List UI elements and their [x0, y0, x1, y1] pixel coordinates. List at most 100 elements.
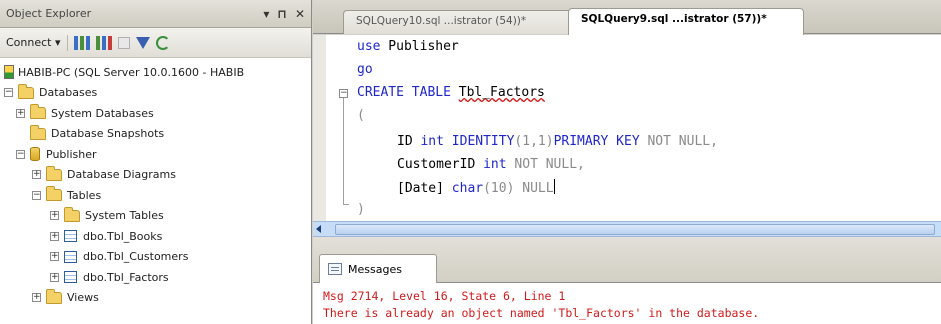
tree-node-label: dbo.Tbl_Books [83, 229, 163, 243]
results-tab-strip: Messages [313, 237, 941, 283]
error-message-line-1: Msg 2714, Level 16, State 6, Line 1 [323, 289, 566, 303]
tree-node-label: System Tables [85, 209, 164, 223]
tree-node[interactable]: + dbo.Tbl_Factors [4, 267, 311, 288]
code-line-2: go [357, 61, 373, 79]
tree-node[interactable]: + Views [4, 288, 311, 309]
constraint: NULL [522, 181, 554, 196]
keyword: use [357, 39, 381, 54]
connect-object-icon[interactable] [73, 35, 90, 50]
data-type: int [420, 134, 444, 149]
tree-node[interactable]: − Publisher [4, 144, 311, 165]
tree-node-label: Views [67, 291, 99, 305]
filter-icon[interactable] [135, 36, 150, 49]
table-icon [64, 230, 77, 243]
results-pane: Messages Msg 2714, Level 16, State 6, Li… [313, 237, 941, 324]
tree-node[interactable]: + dbo.Tbl_Customers [4, 247, 311, 268]
pin-icon[interactable]: ⊓ [277, 7, 287, 21]
tree-node-label: System Databases [51, 106, 154, 120]
query-editor[interactable]: − use Publisher go CREATE TABLE Tbl_Fact… [313, 35, 941, 221]
scroll-left-icon[interactable] [316, 225, 321, 233]
arguments: (1,1) [514, 134, 554, 149]
server-icon [4, 65, 14, 80]
dropdown-icon[interactable]: ▾ [263, 7, 269, 21]
folder-icon [18, 83, 34, 99]
table-name: Tbl_Factors [458, 85, 545, 100]
expand-icon[interactable]: + [50, 272, 59, 282]
messages-icon [328, 263, 342, 275]
object-explorer-title: Object Explorer [6, 7, 92, 20]
folder-icon [64, 206, 80, 222]
connect-button[interactable]: Connect ▾ [6, 36, 61, 49]
close-icon[interactable]: ✕ [295, 7, 305, 21]
outline-line [343, 95, 344, 205]
folder-icon [46, 186, 62, 202]
object-explorer-panel: Object Explorer ▾ ⊓ ✕ Connect ▾ HABIB-PC… [0, 0, 312, 324]
object-explorer-toolbar: Connect ▾ [0, 28, 311, 58]
code-line-3: CREATE TABLE Tbl_Factors [357, 84, 545, 102]
expand-icon[interactable]: + [32, 293, 41, 303]
toolbar-separator [66, 34, 68, 51]
outline-end [343, 204, 349, 205]
column-name: ID [397, 134, 413, 149]
scrollbar-thumb[interactable] [335, 224, 935, 235]
folder-icon [46, 288, 62, 304]
tab-sqlquery10[interactable]: SQLQuery10.sql ...istrator (54))* [343, 10, 575, 34]
collapse-icon[interactable]: − [339, 89, 348, 98]
tree-node-label: dbo.Tbl_Factors [83, 270, 169, 284]
tab-sqlquery9[interactable]: SQLQuery9.sql ...istrator (57))* [568, 8, 804, 35]
tree-node[interactable]: − Databases [4, 83, 311, 104]
data-type: int [483, 157, 507, 172]
object-tree: HABIB-PC (SQL Server 10.0.1600 - HABIB − D… [0, 58, 311, 308]
tree-node[interactable]: − Tables [4, 185, 311, 206]
collapse-icon[interactable]: − [32, 190, 41, 200]
tree-node[interactable]: + System Tables [4, 206, 311, 227]
data-type: char [451, 181, 484, 196]
keyword: CREATE TABLE [357, 85, 451, 100]
expand-icon[interactable]: + [32, 170, 41, 180]
folder-icon [46, 165, 62, 181]
tab-messages[interactable]: Messages [319, 254, 437, 283]
keyword: PRIMARY KEY [553, 134, 640, 149]
tree-node-label: HABIB-PC (SQL Server 10.0.1600 - HABIB [18, 65, 245, 79]
collapse-icon[interactable]: − [4, 88, 13, 98]
tree-node-label: Tables [67, 188, 102, 202]
column-name: CustomerID [397, 157, 476, 172]
code-line-7: [Date] char(10) NULL [397, 179, 555, 198]
column-name: [Date] [397, 181, 444, 196]
editor-gutter [313, 35, 326, 221]
collapse-icon[interactable]: − [16, 149, 25, 159]
comma: , [577, 157, 585, 172]
identifier: Publisher [380, 39, 459, 54]
outline-margin: − [337, 35, 349, 221]
keyword: IDENTITY [451, 134, 515, 149]
code-line-1: use Publisher [357, 38, 459, 56]
stop-icon[interactable] [117, 37, 130, 49]
arguments: (10) [483, 181, 515, 196]
expand-icon[interactable]: + [50, 211, 59, 221]
expand-icon[interactable]: + [16, 108, 25, 118]
table-icon [64, 250, 77, 263]
tree-node-label: Databases [39, 86, 98, 100]
tree-node[interactable]: + dbo.Tbl_Books [4, 226, 311, 247]
refresh-icon[interactable] [155, 35, 170, 50]
disconnect-icon[interactable] [95, 35, 112, 50]
tree-node-label: Database Snapshots [51, 127, 165, 141]
tree-node-label: Publisher [46, 147, 97, 161]
database-icon [30, 147, 40, 162]
tree-node[interactable]: + System Databases [4, 103, 311, 124]
tree-node[interactable]: HABIB-PC (SQL Server 10.0.1600 - HABIB [4, 62, 311, 83]
constraint: NOT NULL [647, 134, 711, 149]
tree-node-label: Database Diagrams [67, 168, 176, 182]
tree-node-label: dbo.Tbl_Customers [83, 250, 189, 264]
tab-messages-label: Messages [348, 262, 402, 276]
close-paren: ) [357, 202, 365, 217]
expand-icon[interactable]: + [50, 252, 59, 262]
tree-node[interactable]: Database Snapshots [4, 124, 311, 145]
tree-node[interactable]: + Database Diagrams [4, 165, 311, 186]
table-icon [64, 271, 77, 284]
keyword: go [357, 62, 373, 77]
editor-horizontal-scrollbar[interactable] [313, 221, 941, 237]
expand-icon[interactable]: + [50, 231, 59, 241]
constraint: NOT NULL [514, 157, 578, 172]
